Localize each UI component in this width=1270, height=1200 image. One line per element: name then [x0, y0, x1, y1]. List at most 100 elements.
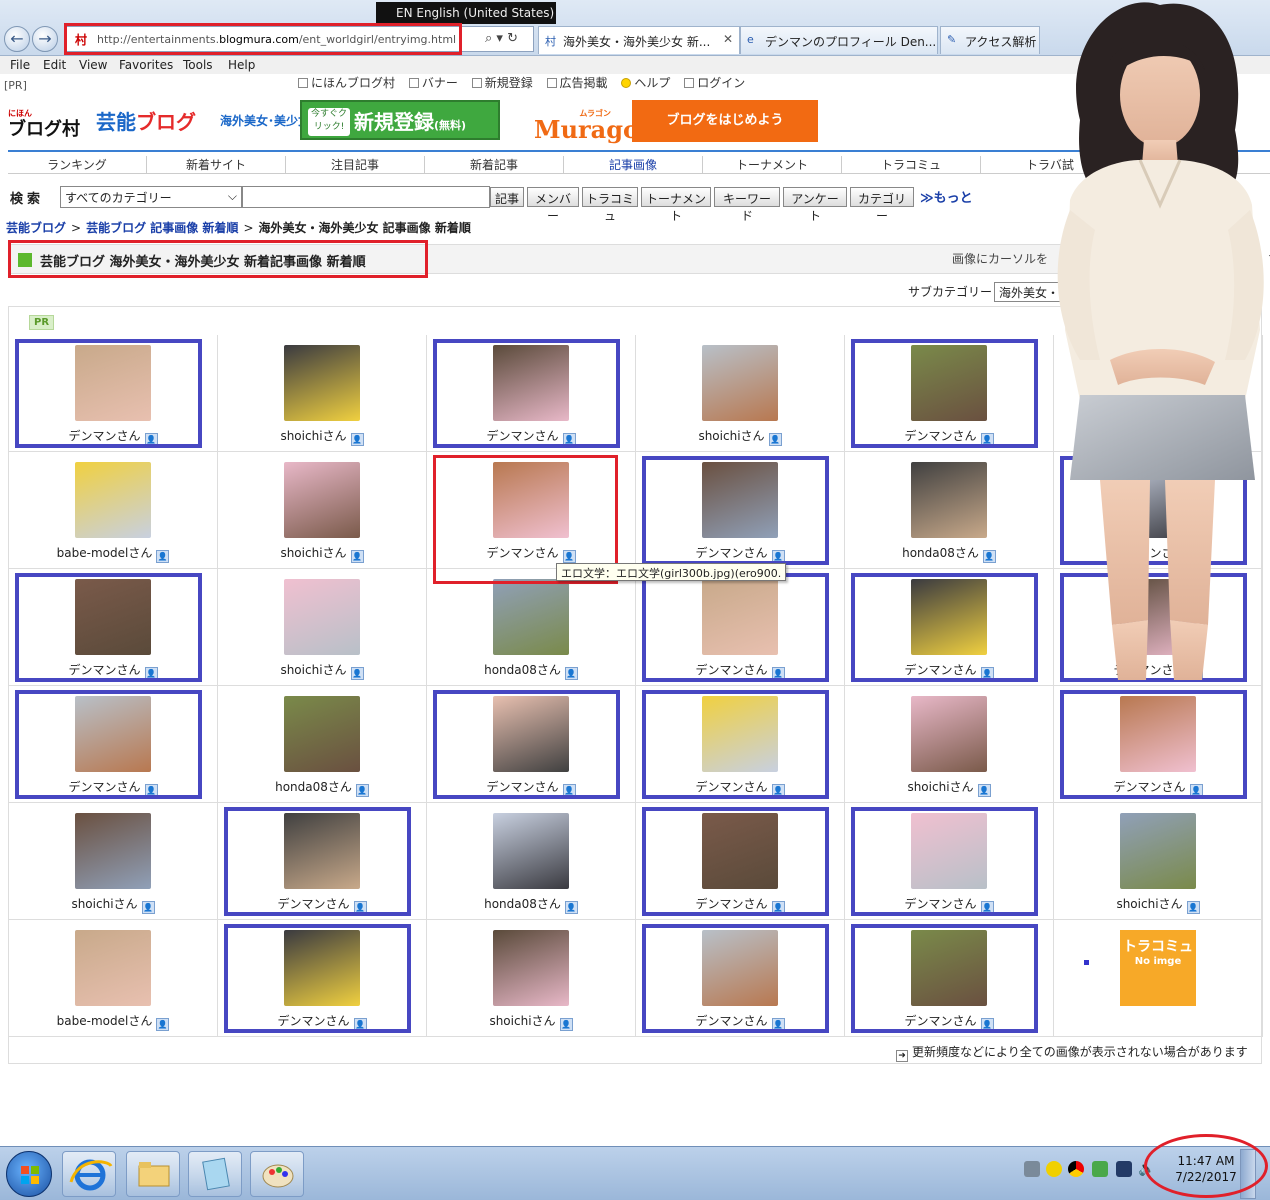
menu-edit[interactable]: Edit	[43, 58, 66, 72]
toplink-register[interactable]: 新規登録	[471, 76, 533, 90]
breadcrumb-geino-images[interactable]: 芸能ブログ 記事画像 新着順	[86, 221, 238, 235]
author-label[interactable]: honda08さん 👤	[845, 544, 1053, 563]
forward-button[interactable]: →	[32, 26, 58, 52]
author-label[interactable]: デンマンさん 👤	[845, 895, 1053, 914]
author-label[interactable]: shoichiさん 👤	[218, 661, 426, 680]
user-profile-icon[interactable]: 👤	[144, 667, 158, 680]
thumbnail-image[interactable]	[493, 579, 569, 655]
thumbnail-image[interactable]	[493, 696, 569, 772]
author-name[interactable]: デンマンさん	[1113, 780, 1185, 794]
toplink-login[interactable]: ログイン	[684, 76, 745, 90]
author-name[interactable]: shoichiさん	[489, 1014, 555, 1028]
author-label[interactable]: デンマンさん 👤	[9, 778, 217, 797]
grid-cell[interactable]: デンマンさん 👤	[9, 569, 218, 686]
user-profile-icon[interactable]: 👤	[156, 550, 170, 563]
author-label[interactable]: デンマンさん 👤	[845, 427, 1053, 446]
grid-cell[interactable]: shoichiさん 👤	[218, 335, 427, 452]
thumbnail-image[interactable]	[284, 930, 360, 1006]
user-profile-icon[interactable]: 👤	[1189, 667, 1203, 680]
author-label[interactable]: デンマンさん 👤	[636, 1012, 844, 1031]
menu-help[interactable]: Help	[228, 58, 255, 72]
register-banner[interactable]: 今すぐクリック! 新規登録(無料)	[300, 100, 500, 140]
grid-cell[interactable]: shoichiさん 👤	[218, 452, 427, 569]
author-name[interactable]: honda08さん	[902, 546, 979, 560]
nav-new-sites[interactable]: 新着サイト	[147, 156, 286, 173]
author-name[interactable]: デンマンさん	[68, 780, 140, 794]
grid-cell[interactable]: honda08さん 👤	[845, 452, 1054, 569]
user-profile-icon[interactable]: 👤	[980, 901, 994, 914]
author-name[interactable]: デンマンさん	[695, 780, 767, 794]
grid-cell[interactable]	[1054, 335, 1263, 452]
ime-language-bar[interactable]: EN English (United States)	[376, 2, 556, 24]
volume-icon[interactable]: 🔈	[1138, 1161, 1155, 1177]
thumbnail-image[interactable]	[75, 696, 151, 772]
user-profile-icon[interactable]: 👤	[353, 1018, 367, 1031]
author-label[interactable]: デンマンさん 👤	[845, 661, 1053, 680]
author-name[interactable]: honda08さん	[484, 897, 561, 911]
user-profile-icon[interactable]: 👤	[771, 784, 785, 797]
start-button[interactable]	[6, 1151, 52, 1197]
author-label[interactable]: honda08さん 👤	[427, 661, 635, 680]
user-profile-icon[interactable]: 👤	[562, 784, 576, 797]
author-label[interactable]: shoichiさん 👤	[636, 427, 844, 446]
user-profile-icon[interactable]: 👤	[562, 433, 576, 446]
grid-cell[interactable]: デンマンさん 👤	[636, 803, 845, 920]
close-tab-icon[interactable]: ✕	[723, 32, 733, 46]
user-profile-icon[interactable]: 👤	[771, 1018, 785, 1031]
thumbnail-image[interactable]	[75, 345, 151, 421]
menu-tools[interactable]: Tools	[183, 58, 213, 72]
grid-cell[interactable]: shoichiさん 👤	[636, 335, 845, 452]
grid-cell[interactable]: shoichiさん 👤	[427, 920, 636, 1037]
author-name[interactable]: デンマンさん	[68, 429, 140, 443]
author-label[interactable]: デンマンさん 👤	[636, 895, 844, 914]
search-survey-button[interactable]: アンケート	[783, 187, 847, 223]
grid-cell[interactable]: デンマンさん 👤	[1054, 686, 1263, 803]
thumbnail-image[interactable]	[284, 462, 360, 538]
thumbnail-image[interactable]	[702, 696, 778, 772]
grid-cell[interactable]: デンマンさん 👤	[9, 686, 218, 803]
grid-cell[interactable]: デンマンさん 👤	[636, 569, 845, 686]
thumbnail-image[interactable]	[75, 930, 151, 1006]
author-name[interactable]: デンマンさん	[1113, 663, 1185, 677]
author-label[interactable]: shoichiさん 👤	[427, 1012, 635, 1031]
author-name[interactable]: honda08さん	[275, 780, 352, 794]
author-name[interactable]: デンマンさん	[486, 546, 558, 560]
user-profile-icon[interactable]: 👤	[353, 901, 367, 914]
tracommu-noimage[interactable]: トラコミュ No imge	[1120, 930, 1196, 1006]
grid-cell[interactable]: デンマンさん 👤	[845, 920, 1054, 1037]
grid-cell[interactable]: shoichiさん 👤	[9, 803, 218, 920]
grid-cell[interactable]: デンマンさん 👤	[1054, 569, 1263, 686]
author-label[interactable]: shoichiさん 👤	[218, 544, 426, 563]
author-name[interactable]: デンマンさん	[904, 663, 976, 677]
category-select[interactable]: すべてのカテゴリー ⌵	[60, 186, 242, 208]
nav-tracommu[interactable]: トラコミュ	[842, 156, 981, 173]
search-article-button[interactable]: 記事	[490, 187, 524, 207]
search-tracommu-button[interactable]: トラコミュ	[582, 187, 638, 223]
thumbnail-image[interactable]	[75, 813, 151, 889]
grid-cell[interactable]: デンマンさん 👤	[218, 803, 427, 920]
search-tournament-button[interactable]: トーナメント	[641, 187, 711, 223]
author-name[interactable]: デンマンさん	[68, 663, 140, 677]
grid-cell[interactable]: デンマンさん 👤	[427, 686, 636, 803]
author-name[interactable]: shoichiさん	[1116, 897, 1182, 911]
author-name[interactable]: shoichiさん	[698, 429, 764, 443]
grid-cell[interactable]: honda08さん 👤	[427, 569, 636, 686]
tab-worldgirl[interactable]: 村 海外美女・海外美少女 新... ✕	[538, 26, 740, 54]
author-label[interactable]: shoichiさん 👤	[1054, 895, 1262, 914]
thumbnail-image[interactable]	[911, 345, 987, 421]
author-label[interactable]: デンマンさん 👤	[427, 778, 635, 797]
toplink-banner[interactable]: バナー	[408, 76, 458, 90]
thumbnail-image[interactable]	[1120, 813, 1196, 889]
author-name[interactable]: babe-modelさん	[57, 546, 153, 560]
author-label[interactable]: babe-modelさん 👤	[9, 544, 217, 563]
author-name[interactable]: デンマンさん	[904, 897, 976, 911]
toplink-help[interactable]: ヘルプ	[621, 76, 670, 90]
menu-view[interactable]: View	[79, 58, 107, 72]
search-category-button[interactable]: カテゴリー	[850, 187, 914, 223]
taskbar-explorer[interactable]	[126, 1151, 180, 1197]
author-name[interactable]: デンマンさん	[486, 780, 558, 794]
user-profile-icon[interactable]: 👤	[771, 901, 785, 914]
thumbnail-image[interactable]	[702, 930, 778, 1006]
author-name[interactable]: デンマンさん	[277, 1014, 349, 1028]
author-label[interactable]: shoichiさん 👤	[218, 427, 426, 446]
